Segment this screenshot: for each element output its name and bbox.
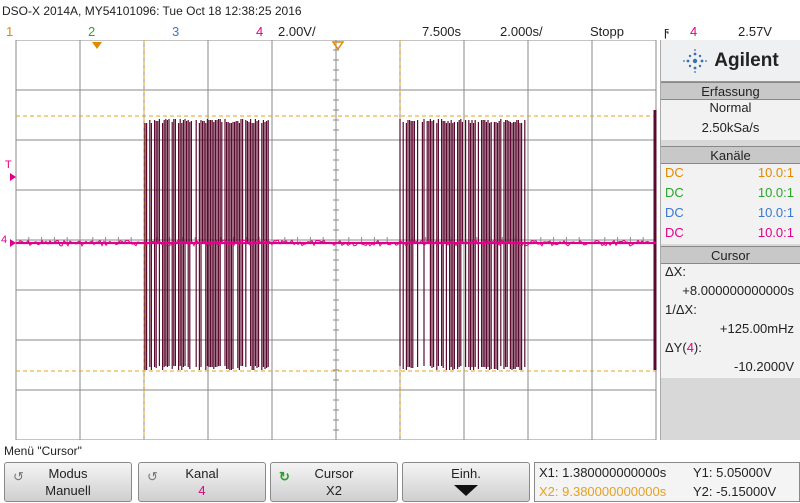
probe-ratio: 10.0:1	[757, 225, 794, 240]
softkey-mode[interactable]: ↺ Modus Manuell	[4, 462, 132, 502]
channel-2-label[interactable]: 2	[88, 24, 95, 39]
horizontal-delay: 7.500s	[422, 24, 462, 39]
softkey-value: 4	[198, 483, 206, 498]
channels-header: Kanäle	[661, 146, 800, 164]
delta-y-label: ΔY(4):	[665, 340, 702, 355]
channel-row-1[interactable]: DC 10.0:1	[661, 164, 800, 184]
cursor-readout: X1: 1.380000000000s X2: 9.380000000000s …	[534, 462, 800, 502]
waveform-display[interactable]	[0, 40, 660, 440]
inverse-delta-x-value: +125.00mHz	[719, 321, 794, 336]
cursor-y1: Y1: 5.05000V	[693, 465, 772, 480]
channel-row-4[interactable]: DC 10.0:1	[661, 224, 800, 244]
timebase-scale: 2.000s/	[500, 24, 543, 39]
channel-3-label[interactable]: 3	[172, 24, 179, 39]
trigger-level-marker: T	[5, 159, 12, 171]
ch4-ground-arrow	[10, 239, 16, 247]
channel-row-3[interactable]: DC 10.0:1	[661, 204, 800, 224]
softkey-channel[interactable]: ↺ Kanal 4	[138, 462, 266, 502]
trigger-channel: 4	[690, 24, 698, 39]
arrow-down-icon	[454, 485, 478, 496]
softkey-value: Manuell	[45, 483, 91, 498]
channel-row-2[interactable]: DC 10.0:1	[661, 184, 800, 204]
cursor-section: ΔX: +8.000000000000s 1/ΔX: +125.00mHz ΔY…	[661, 264, 800, 378]
channel-4-label[interactable]: 4	[256, 24, 263, 39]
run-state: Stopp	[590, 24, 624, 39]
channels-section: DC 10.0:1 DC 10.0:1 DC 10.0:1 DC 10.0:1	[661, 164, 800, 244]
acquisition-header: Erfassung	[661, 82, 800, 100]
agilent-spark-icon	[683, 48, 708, 73]
cursor-y2: Y2: -5.15000V	[693, 484, 777, 499]
acquisition-section: Normal 2.50kSa/s	[661, 100, 800, 140]
probe-ratio: 10.0:1	[757, 185, 794, 200]
brand-name: Agilent	[714, 49, 779, 71]
status-bar: DSO-X 2014A, MY54101096: Tue Oct 18 12:3…	[0, 0, 800, 22]
coupling: DC	[665, 225, 684, 240]
side-panel: Agilent Erfassung Normal 2.50kSa/s Kanäl…	[660, 40, 800, 440]
instrument-info: DSO-X 2014A, MY54101096: Tue Oct 18 12:3…	[2, 4, 302, 18]
ch4-ground-marker: 4	[1, 234, 8, 246]
coupling: DC	[665, 185, 684, 200]
delta-x-value: +8.000000000000s	[682, 283, 794, 298]
cursor-header: Cursor	[661, 246, 800, 264]
waveform-graticule	[10, 40, 657, 440]
coupling: DC	[665, 205, 684, 220]
menu-title: Menü "Cursor"	[4, 444, 82, 458]
knob-icon: ↺	[13, 469, 24, 484]
delta-x-label: ΔX:	[665, 264, 686, 279]
softkey-cursor[interactable]: ↻ Cursor X2	[270, 462, 398, 502]
trigger-level-arrow	[10, 173, 16, 181]
ch4-vertical-scale: 2.00V/	[278, 24, 316, 39]
softkey-label: Einh.	[451, 466, 481, 481]
probe-ratio: 10.0:1	[757, 165, 794, 180]
softkey-units[interactable]: Einh.	[402, 462, 530, 502]
sample-rate: 2.50kSa/s	[701, 120, 760, 135]
scale-bar: 1 2 3 4 2.00V/ 7.500s 2.000s/ Stopp	[0, 22, 660, 42]
knob-icon: ↻	[279, 469, 290, 484]
softkey-value: X2	[326, 483, 342, 498]
cursor-x1: X1: 1.380000000000s	[539, 465, 667, 480]
cursor-x2: X2: 9.380000000000s	[539, 484, 667, 499]
coupling: DC	[665, 165, 684, 180]
trigger-level: 2.57V	[738, 24, 772, 39]
trigger-edge-icon: ϝ	[664, 24, 670, 39]
acquisition-mode: Normal	[709, 100, 752, 115]
delta-y-value: -10.2000V	[734, 359, 794, 374]
inverse-delta-x-label: 1/ΔX:	[665, 302, 697, 317]
knob-icon: ↺	[147, 469, 158, 484]
brand-logo: Agilent	[661, 40, 800, 82]
probe-ratio: 10.0:1	[757, 205, 794, 220]
channel-1-label[interactable]: 1	[6, 24, 13, 39]
